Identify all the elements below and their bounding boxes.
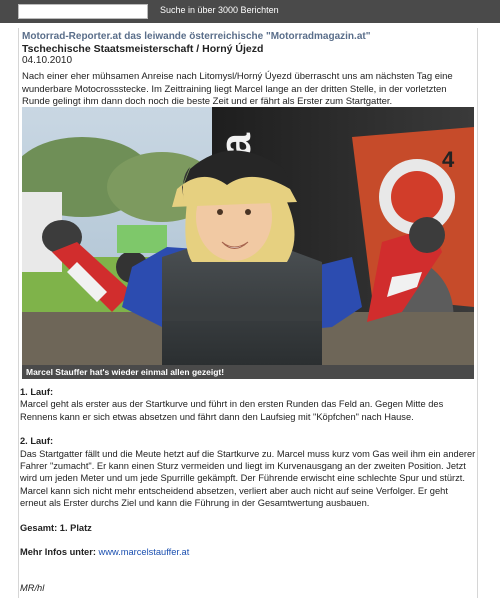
- svg-text:4: 4: [442, 147, 455, 172]
- rider-photo-illustration: ta 4: [22, 107, 474, 365]
- article-photo: ta 4: [22, 107, 474, 365]
- more-info: Mehr Infos unter: www.marcelstauffer.at: [20, 546, 476, 558]
- author-signature: MR/hl: [20, 583, 45, 594]
- race2-text: Das Startgatter fällt und die Meute hetz…: [20, 448, 476, 509]
- total-result: Gesamt: 1. Platz: [20, 522, 92, 533]
- search-input[interactable]: [18, 4, 148, 19]
- top-search-bar: Suche in über 3000 Berichten: [0, 0, 500, 23]
- article-title: Tschechische Staatsmeisterschaft / Horný…: [22, 43, 264, 55]
- photo-caption-bar: Marcel Stauffer hat's wieder einmal alle…: [22, 365, 474, 379]
- race2-heading: 2. Lauf:: [20, 436, 54, 447]
- more-info-link[interactable]: www.marcelstauffer.at: [99, 547, 190, 557]
- article-body: 1. Lauf: Marcel geht als erster aus der …: [20, 386, 476, 595]
- photo-caption: Marcel Stauffer hat's wieder einmal alle…: [26, 367, 225, 377]
- race1-text: Marcel geht als erster aus der Startkurv…: [20, 399, 444, 422]
- article-date: 04.10.2010: [22, 55, 73, 66]
- search-label[interactable]: Suche in über 3000 Berichten: [160, 5, 279, 15]
- article-header: Motorrad-Reporter.at das leiwande österr…: [22, 31, 472, 67]
- race1-heading: 1. Lauf:: [20, 387, 54, 397]
- site-tagline: Motorrad-Reporter.at das leiwande österr…: [22, 31, 371, 42]
- more-info-label: Mehr Infos unter:: [20, 547, 96, 558]
- article-intro: Nach einer eher mühsamen Anreise nach Li…: [22, 71, 453, 107]
